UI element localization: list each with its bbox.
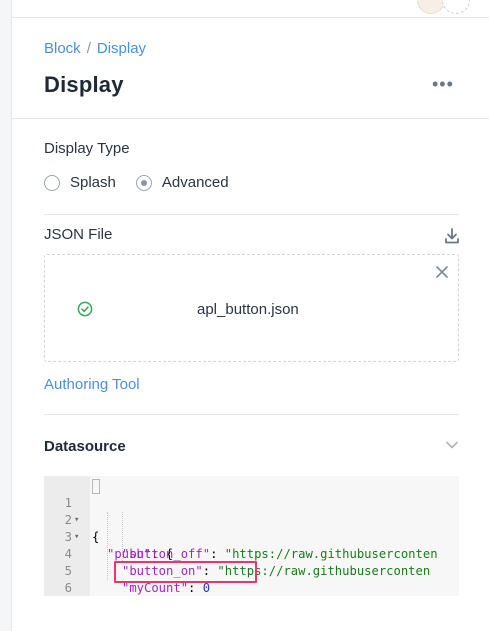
authoring-tool-link[interactable]: Authoring Tool <box>44 376 140 393</box>
left-rail <box>0 0 12 631</box>
display-type-radio-group: Splash Advanced <box>44 174 249 191</box>
top-bar <box>12 0 489 18</box>
block-panel: Block / Display Display ••• Display Type S… <box>12 18 489 631</box>
json-code-editor[interactable]: 1 ▾ { 2 ▾ "push": { 3 "button_off": "htt… <box>44 476 459 596</box>
json-file-label: JSON File <box>44 226 113 243</box>
section-divider <box>44 214 459 215</box>
code-line[interactable]: 2 ▾ "push": { <box>44 495 173 561</box>
header-divider <box>12 118 489 119</box>
code-line[interactable]: 3 "button_off": "https://raw.githubuserc… <box>44 512 438 561</box>
code-line[interactable]: 7 } <box>44 580 88 596</box>
json-key: "button_off" <box>122 547 211 561</box>
highlight-annotation-box <box>114 561 257 583</box>
bracket-match-box <box>92 479 100 494</box>
json-brace: { <box>92 530 100 544</box>
breadcrumb-separator: / <box>86 40 91 57</box>
download-icon[interactable] <box>444 228 460 244</box>
json-key: "myCount" <box>122 581 189 595</box>
file-dropzone[interactable]: apl_button.json <box>44 254 459 362</box>
check-circle-icon <box>77 301 93 317</box>
breadcrumb: Block / Display <box>44 40 146 57</box>
display-type-label: Display Type <box>44 140 130 157</box>
json-punct: : <box>188 581 203 595</box>
breadcrumb-parent-link[interactable]: Block <box>44 40 81 57</box>
chevron-down-icon[interactable] <box>445 440 459 450</box>
radio-splash-label[interactable]: Splash <box>70 174 116 191</box>
code-line[interactable]: 5 "myCount": 0 <box>44 546 210 595</box>
page-title: Display <box>44 72 124 97</box>
radio-advanced[interactable] <box>135 174 152 191</box>
code-line[interactable]: 1 ▾ { <box>44 478 100 544</box>
close-icon[interactable] <box>435 265 449 279</box>
json-string: "https://raw.githubuserconten <box>224 547 438 561</box>
json-number: 0 <box>202 581 211 595</box>
radio-splash[interactable] <box>44 174 60 191</box>
code-line[interactable]: 6 } <box>44 563 88 595</box>
radio-advanced-label[interactable]: Advanced <box>162 174 229 191</box>
code-line[interactable]: 4 "button_on": "https://raw.githubuserco… <box>44 529 431 578</box>
file-name: apl_button.json <box>197 301 299 318</box>
add-avatar-placeholder[interactable] <box>442 0 470 14</box>
breadcrumb-current[interactable]: Display <box>97 40 146 57</box>
more-options-button[interactable]: ••• <box>432 74 454 95</box>
avatar[interactable] <box>417 0 445 14</box>
datasource-title: Datasource <box>44 438 126 455</box>
json-punct: : <box>210 547 225 561</box>
section-divider <box>44 414 459 415</box>
